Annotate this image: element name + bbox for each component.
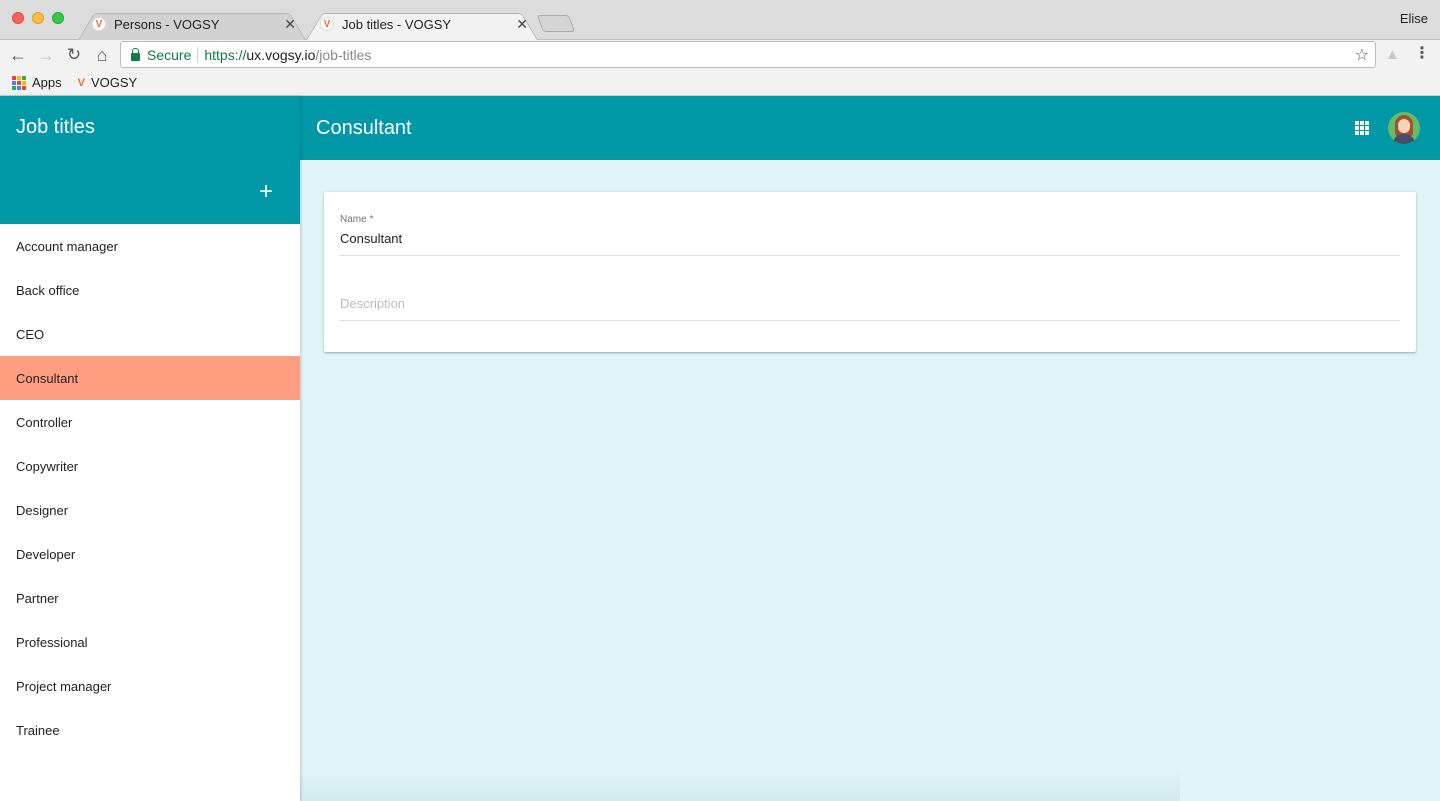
apps-grid-dot [22,75,26,80]
sidebar-item-label: Developer [16,546,76,562]
bookmarks-bar: Apps V VOGSY [0,70,1440,96]
home-icon[interactable]: ⌂ [91,44,113,66]
divider [197,46,199,63]
name-input[interactable]: Consultant [340,231,1400,256]
sidebar-item-label: Designer [16,502,69,518]
sidebar-title: Job titles [16,116,95,138]
name-field[interactable]: Name * Consultant [340,214,1400,256]
apps-grid-dot [17,75,21,80]
sidebar-item-label: Trainee [16,722,60,738]
window-minimize-button[interactable] [32,12,44,24]
new-tab-button[interactable] [536,15,576,32]
back-arrow-icon[interactable]: ← [7,44,29,66]
forward-arrow-icon[interactable]: → [35,44,57,66]
add-job-title-button[interactable]: + [252,178,280,206]
apps-grid-dot [17,80,21,85]
apps-grid-dot [22,80,26,85]
url-host: ux.vogsy.io [246,46,316,63]
drive-extension-icon[interactable]: ▲ [1385,46,1403,63]
job-title-list: Account manager Back office CEO Consultant C… [0,224,300,752]
sidebar-item-label: Project manager [16,678,112,694]
description-input[interactable] [340,288,1400,321]
bookmark-star-icon[interactable]: ☆ [1355,45,1369,65]
sidebar-item-project-manager[interactable]: Project manager [0,664,300,708]
window-close-button[interactable] [12,12,24,24]
sidebar-item-label: CEO [16,326,45,342]
sidebar-item-label: Back office [16,282,80,298]
sidebar: Job titles + Account manager Back office C… [0,96,300,801]
apps-grid-icon [12,75,26,90]
browser-tab-persons[interactable]: V Persons - VOGSY ✕ [78,8,306,40]
secure-label: Secure [147,46,192,63]
sidebar-item-label: Consultant [16,370,79,386]
browser-toolbar: ← → ↻ ⌂ Secure https://ux.vogsy.io/job-t… [0,40,1440,70]
close-icon[interactable]: ✕ [284,16,296,33]
sidebar-item-controller[interactable]: Controller [0,400,300,444]
sidebar-item-label: Partner [16,590,59,606]
tab-title: Job titles - VOGSY [342,16,452,32]
sidebar-item-partner[interactable]: Partner [0,576,300,620]
bookmark-vogsy[interactable]: V VOGSY [78,75,138,90]
sidebar-item-back-office[interactable]: Back office [0,268,300,312]
sidebar-item-professional[interactable]: Professional [0,620,300,664]
apps-grid-dot [12,80,16,85]
url-scheme: https:// [204,46,247,63]
sidebar-item-account-manager[interactable]: Account manager [0,224,300,268]
browser-tab-job-titles[interactable]: V Job titles - VOGSY ✕ [306,8,538,40]
avatar[interactable] [1388,112,1420,144]
apps-grid-dot [22,85,26,90]
tab-title: Persons - VOGSY [114,16,220,32]
name-label: Name * [340,214,374,225]
sidebar-item-label: Professional [16,634,88,650]
main-content: Name * Consultant [300,160,1440,801]
browser-tabstrip: V Persons - VOGSY ✕ V Job titles - VOGSY… [0,0,1440,40]
vogsy-favicon-icon: V [320,17,334,31]
apps-grid-dot [12,75,16,80]
bookmark-label: VOGSY [90,75,138,90]
sidebar-item-copywriter[interactable]: Copywriter [0,444,300,488]
job-title-form-card: Name * Consultant [324,192,1416,352]
window-maximize-button[interactable] [52,12,64,24]
sidebar-item-designer[interactable]: Designer [0,488,300,532]
sidebar-item-consultant[interactable]: Consultant [0,356,300,400]
sidebar-item-trainee[interactable]: Trainee [0,708,300,752]
page-title: Consultant [316,117,412,139]
app-bar: Consultant [300,96,1440,160]
sidebar-item-developer[interactable]: Developer [0,532,300,576]
apps-grid-dot [17,85,21,90]
sidebar-item-label: Controller [16,414,73,430]
sidebar-item-label: Account manager [16,238,118,254]
bookmark-apps[interactable]: Apps [12,75,62,90]
apps-grid-dot [12,85,16,90]
description-field[interactable] [340,288,1400,321]
lock-icon [131,47,140,61]
reload-icon[interactable]: ↻ [63,44,85,66]
close-icon[interactable]: ✕ [516,16,528,33]
sidebar-header: Job titles + [0,96,300,224]
bookmark-label: Apps [32,75,62,90]
address-bar[interactable]: Secure https://ux.vogsy.io/job-titles ☆ [120,41,1376,68]
vogsy-favicon-icon: V [77,76,85,89]
vogsy-favicon-icon: V [92,17,106,31]
url-path: /job-titles [315,46,372,63]
browser-profile-name[interactable]: Elise [1400,11,1428,26]
sidebar-item-label: Copywriter [16,458,79,474]
browser-menu-icon[interactable]: ⋮ [1414,44,1430,64]
sidebar-item-ceo[interactable]: CEO [0,312,300,356]
apps-launcher-icon[interactable] [1355,121,1369,135]
